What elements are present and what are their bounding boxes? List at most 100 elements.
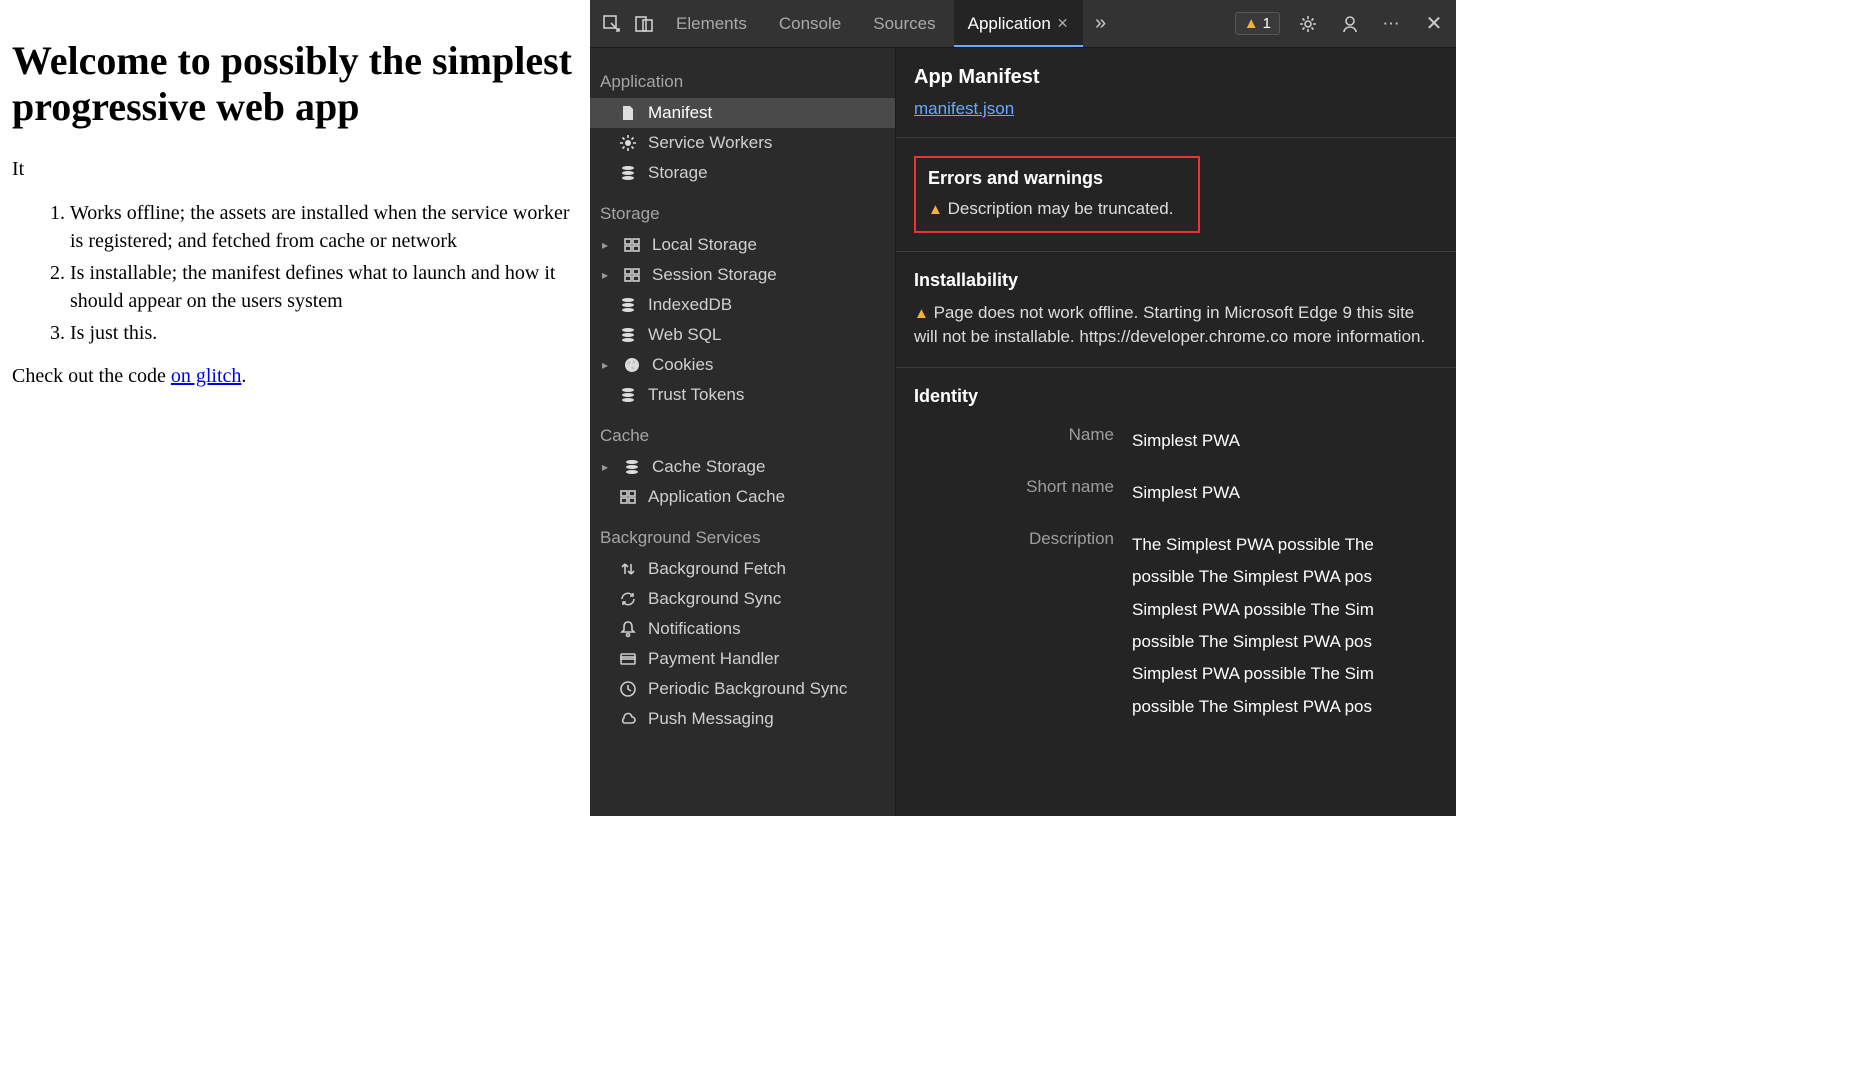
db-icon (618, 163, 638, 183)
sidebar-item-label: IndexedDB (648, 295, 732, 315)
sidebar-item-push-messaging[interactable]: Push Messaging (590, 704, 895, 734)
tab-sources[interactable]: Sources (859, 0, 949, 47)
tab-application[interactable]: Application ✕ (954, 0, 1083, 47)
cloud-icon (618, 709, 638, 729)
sidebar-item-indexeddb[interactable]: IndexedDB (590, 290, 895, 320)
expand-arrow-icon: ▸ (602, 238, 612, 252)
sidebar-item-label: Web SQL (648, 325, 721, 345)
more-icon[interactable]: ⋯ (1378, 10, 1406, 38)
expand-arrow-icon: ▸ (602, 358, 612, 372)
sidebar-item-label: Service Workers (648, 133, 772, 153)
sidebar-item-manifest[interactable]: Manifest (590, 98, 895, 128)
close-devtools-icon[interactable]: ✕ (1420, 10, 1448, 38)
sidebar-item-background-sync[interactable]: Background Sync (590, 584, 895, 614)
tab-elements[interactable]: Elements (662, 0, 761, 47)
warning-icon: ▲ (914, 305, 929, 322)
installability-heading: Installability (914, 270, 1438, 291)
devtools-tabstrip: Elements Console Sources Application ✕ »… (590, 0, 1456, 48)
sidebar-item-label: Background Fetch (648, 559, 786, 579)
expand-arrow-icon: ▸ (602, 460, 612, 474)
db-icon (622, 457, 642, 477)
more-tabs-icon[interactable]: » (1087, 10, 1115, 38)
sidebar-group-label: Application (590, 56, 895, 98)
sync-icon (618, 589, 638, 609)
warning-icon: ▲ (928, 201, 943, 218)
device-toggle-icon[interactable] (630, 10, 658, 38)
error-item: Description may be truncated. (948, 199, 1174, 218)
sidebar-item-periodic-background-sync[interactable]: Periodic Background Sync (590, 674, 895, 704)
glitch-link[interactable]: on glitch (171, 365, 242, 387)
sidebar-item-local-storage[interactable]: ▸ Local Storage (590, 230, 895, 260)
sidebar-item-label: Trust Tokens (648, 385, 744, 405)
sidebar-item-label: Application Cache (648, 487, 785, 507)
sidebar-item-label: Notifications (648, 619, 741, 639)
db-icon (618, 295, 638, 315)
sidebar-group-label: Background Services (590, 512, 895, 554)
sidebar-item-label: Cache Storage (652, 457, 765, 477)
sidebar-item-storage[interactable]: Storage (590, 158, 895, 188)
install-message: Page does not work offline. Starting in … (914, 303, 1425, 346)
grid-icon (618, 487, 638, 507)
errors-heading: Errors and warnings (928, 168, 1186, 189)
sidebar-item-application-cache[interactable]: Application Cache (590, 482, 895, 512)
updown-icon (618, 559, 638, 579)
sidebar-item-label: Session Storage (652, 265, 777, 285)
identity-shortname-label: Short name (914, 477, 1114, 509)
identity-description-value: The Simplest PWA possible The possible T… (1132, 529, 1438, 723)
sidebar-item-label: Background Sync (648, 589, 781, 609)
sidebar-item-label: Local Storage (652, 235, 757, 255)
sidebar-item-cookies[interactable]: ▸ Cookies (590, 350, 895, 380)
feedback-icon[interactable] (1336, 10, 1364, 38)
sidebar-item-label: Payment Handler (648, 649, 779, 669)
sidebar-item-background-fetch[interactable]: Background Fetch (590, 554, 895, 584)
sidebar-group-label: Storage (590, 188, 895, 230)
identity-heading: Identity (914, 386, 1438, 407)
file-icon (618, 103, 638, 123)
application-main: App Manifest manifest.json Errors and wa… (896, 48, 1456, 816)
clock-icon (618, 679, 638, 699)
inspect-icon[interactable] (598, 10, 626, 38)
sidebar-item-cache-storage[interactable]: ▸ Cache Storage (590, 452, 895, 482)
identity-shortname-value: Simplest PWA (1132, 477, 1438, 509)
db-icon (618, 385, 638, 405)
db-icon (618, 325, 638, 345)
manifest-link[interactable]: manifest.json (914, 99, 1014, 118)
list-item: Is installable; the manifest defines wha… (70, 259, 578, 315)
settings-icon[interactable] (1294, 10, 1322, 38)
tab-console[interactable]: Console (765, 0, 855, 47)
sidebar-item-label: Storage (648, 163, 708, 183)
page-intro: It (12, 158, 578, 181)
panel-title: App Manifest (914, 66, 1438, 89)
expand-arrow-icon: ▸ (602, 268, 612, 282)
sidebar-item-label: Push Messaging (648, 709, 774, 729)
gear-icon (618, 133, 638, 153)
sidebar-item-trust-tokens[interactable]: Trust Tokens (590, 380, 895, 410)
cookie-icon (622, 355, 642, 375)
sidebar-item-label: Periodic Background Sync (648, 679, 847, 699)
sidebar-item-service-workers[interactable]: Service Workers (590, 128, 895, 158)
bell-icon (618, 619, 638, 639)
warnings-badge[interactable]: ▲ 1 (1235, 12, 1280, 35)
list-item: Is just this. (70, 319, 578, 347)
application-sidebar: Application Manifest Service Workers Storag… (590, 48, 896, 816)
sidebar-item-notifications[interactable]: Notifications (590, 614, 895, 644)
sidebar-group-label: Cache (590, 410, 895, 452)
grid-icon (622, 235, 642, 255)
page-checkout: Check out the code on glitch. (12, 365, 578, 388)
sidebar-item-label: Manifest (648, 103, 712, 123)
card-icon (618, 649, 638, 669)
page-heading: Welcome to possibly the simplest progres… (12, 38, 578, 130)
sidebar-item-web-sql[interactable]: Web SQL (590, 320, 895, 350)
devtools-panel: Elements Console Sources Application ✕ »… (590, 0, 1456, 816)
list-item: Works offline; the assets are installed … (70, 199, 578, 255)
identity-name-value: Simplest PWA (1132, 425, 1438, 457)
identity-name-label: Name (914, 425, 1114, 457)
sidebar-item-session-storage[interactable]: ▸ Session Storage (590, 260, 895, 290)
close-icon[interactable]: ✕ (1057, 15, 1069, 32)
rendered-page: Welcome to possibly the simplest progres… (0, 0, 590, 816)
identity-description-label: Description (914, 529, 1114, 723)
warning-icon: ▲ (1244, 15, 1259, 32)
page-list: Works offline; the assets are installed … (70, 199, 578, 347)
sidebar-item-payment-handler[interactable]: Payment Handler (590, 644, 895, 674)
sidebar-item-label: Cookies (652, 355, 713, 375)
